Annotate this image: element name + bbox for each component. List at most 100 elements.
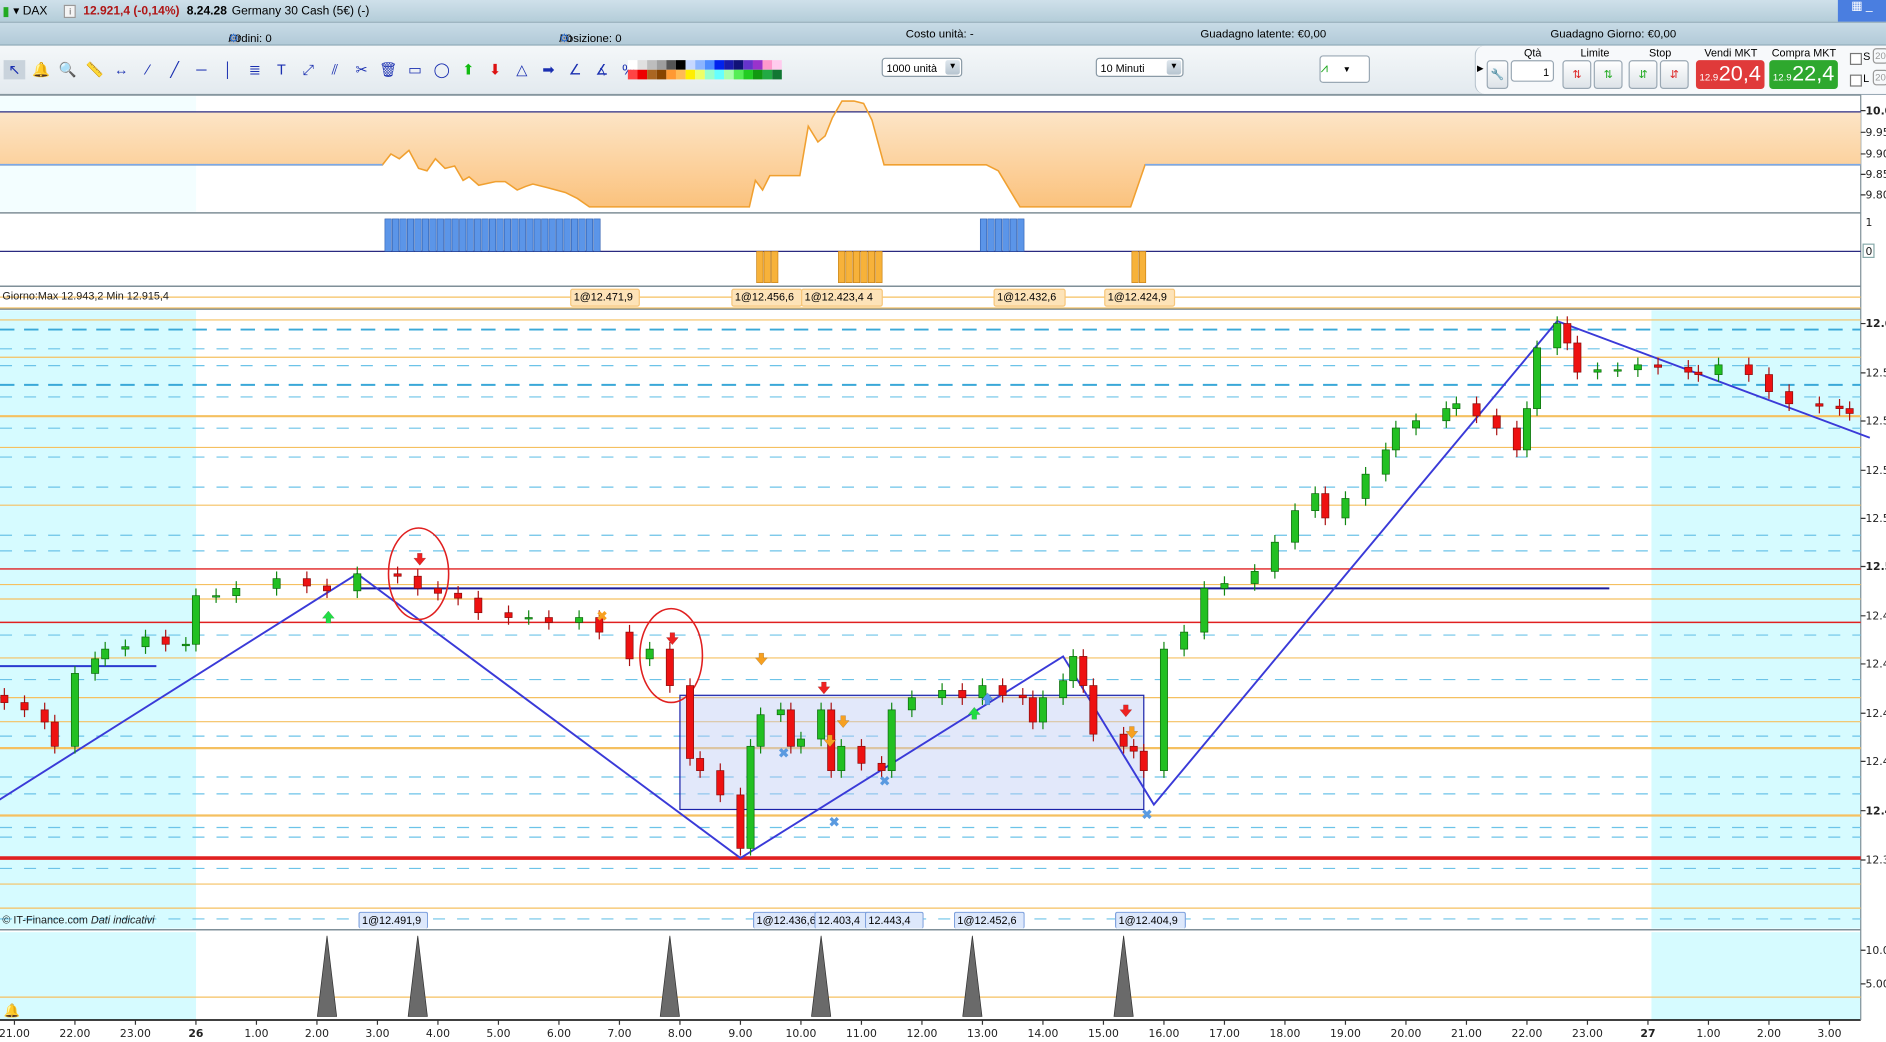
palette-color[interactable]	[695, 60, 705, 70]
price-tag[interactable]: 1@12.404,9	[1114, 911, 1186, 929]
sell-market-button[interactable]: 12.9 20,4	[1695, 60, 1765, 90]
rectangle-icon[interactable]: ▭	[404, 60, 426, 79]
gear-icon[interactable]: ⚙	[229, 32, 239, 45]
candle-chart-icon[interactable]: ▮	[2, 3, 9, 19]
price-tag[interactable]: 1@12.452,6	[953, 911, 1025, 929]
l-checkbox[interactable]	[1849, 74, 1862, 87]
indicators-button[interactable]: ⩘ ▼	[1319, 55, 1370, 83]
stop-order-button[interactable]: ⇵	[1628, 60, 1658, 90]
palette-color[interactable]	[627, 69, 638, 80]
palette-color[interactable]	[637, 69, 648, 80]
candle-up	[212, 595, 221, 598]
ray-line-icon[interactable]: ╱	[164, 60, 186, 79]
palette-color[interactable]	[704, 69, 715, 80]
trash-icon[interactable]: 🗑	[377, 60, 399, 79]
price-chart[interactable]: 10.09.959.909.859.80 10 ✖✖✖✖✖ 10.05.00 G…	[0, 94, 1886, 1042]
arrow-right-icon[interactable]: ➡	[538, 60, 560, 79]
session-shade	[1651, 932, 1861, 1020]
price-axis-label: 12.5	[1866, 464, 1886, 477]
chevron-down-icon: ▼	[1342, 66, 1351, 75]
interval-select[interactable]: 10 Minuti ▼	[1095, 57, 1184, 77]
palette-color[interactable]	[685, 69, 696, 80]
alert-bell-icon[interactable]: 🔔	[4, 1003, 20, 1018]
price-tag[interactable]: 1@12.491,9	[358, 911, 429, 929]
session-shade	[0, 932, 197, 1020]
palette-color[interactable]	[752, 60, 763, 70]
quantity-select[interactable]: 1000 unità ▼	[881, 57, 963, 77]
palette-color[interactable]	[714, 69, 725, 80]
tools-settings-icon[interactable]: ✂	[351, 60, 373, 79]
candle-down	[716, 770, 725, 796]
l-input[interactable]: 20	[1872, 69, 1886, 86]
palette-color[interactable]	[675, 69, 686, 80]
palette-color[interactable]	[637, 60, 648, 70]
symbol-dropdown[interactable]: ▾ DAX	[13, 4, 47, 17]
wrench-icon[interactable]: 🔧	[1486, 60, 1509, 90]
window-controls[interactable]: ▦ _	[1837, 0, 1886, 22]
alert-bell-icon[interactable]: 🔔	[30, 60, 52, 79]
horizontal-line-icon[interactable]: ─	[191, 60, 213, 79]
arrow-up-green-icon[interactable]: ⬆	[458, 60, 480, 79]
palette-color[interactable]	[647, 60, 657, 70]
stop-order-edit-button[interactable]: ⇵	[1659, 60, 1689, 90]
price-tag[interactable]: 1@12.456,6	[731, 288, 803, 307]
palette-color[interactable]	[724, 69, 734, 80]
palette-color[interactable]	[762, 60, 773, 70]
triangle-icon[interactable]: △	[511, 60, 533, 79]
gear-icon[interactable]: ⚙	[559, 32, 569, 45]
price-tag[interactable]: 1@12.471,9	[570, 288, 640, 307]
collapse-arrow-icon[interactable]: ▶	[1477, 64, 1483, 73]
price-tag[interactable]: 1@12.432,6	[993, 288, 1066, 307]
palette-color[interactable]	[743, 69, 753, 80]
price-tag[interactable]: 1@12.436,6	[752, 911, 822, 929]
palette-color[interactable]	[685, 60, 696, 70]
palette-color[interactable]	[772, 60, 782, 70]
palette-color[interactable]	[714, 60, 725, 70]
text-icon[interactable]: T	[271, 60, 293, 79]
palette-color[interactable]	[743, 60, 753, 70]
zoom-icon[interactable]: 🔍	[57, 60, 79, 79]
ellipse-icon[interactable]: ◯	[431, 60, 453, 79]
palette-color[interactable]	[733, 69, 744, 80]
palette-color[interactable]	[733, 60, 744, 70]
arrow-down-red-icon[interactable]: ⬇	[484, 60, 506, 79]
s-input[interactable]: 20	[1872, 48, 1886, 64]
price-tag[interactable]: 12.403,4	[814, 911, 873, 929]
price-tag[interactable]: 1@12.424,9	[1104, 288, 1176, 307]
sell-price-prefix: 12.9	[1699, 72, 1719, 83]
channel-icon[interactable]: ⤢	[297, 60, 319, 79]
vertical-line-icon[interactable]: │	[217, 60, 239, 79]
pointer-icon[interactable]: ↖	[3, 60, 26, 80]
signal-bar-buy	[451, 218, 459, 252]
limit-order-edit-button[interactable]: ⇅	[1593, 60, 1623, 90]
fibonacci-icon[interactable]: ≣	[244, 60, 266, 79]
price-axis-label: 12.5	[1866, 560, 1886, 573]
palette-color[interactable]	[666, 60, 676, 70]
palette-color[interactable]	[724, 60, 734, 70]
palette-color[interactable]	[704, 60, 715, 70]
palette-color[interactable]	[627, 60, 638, 70]
buy-price: 22,4	[1792, 61, 1835, 86]
buy-market-button[interactable]: 12.9 22,4	[1769, 60, 1838, 90]
qty-input[interactable]: 1	[1510, 60, 1555, 82]
price-tag[interactable]: 12.443,4	[864, 911, 924, 929]
palette-color[interactable]	[772, 69, 782, 80]
info-icon[interactable]: i	[64, 4, 77, 18]
parallel-lines-icon[interactable]: ⫽	[324, 60, 346, 79]
angle-icon[interactable]: ∠	[564, 60, 586, 79]
palette-color[interactable]	[675, 60, 686, 70]
price-tag[interactable]: 1@12.423,4 4	[801, 288, 883, 307]
palette-color[interactable]	[656, 60, 667, 70]
palette-color[interactable]	[752, 69, 763, 80]
horizontal-segment-icon[interactable]: ↔	[110, 60, 132, 79]
limit-order-button[interactable]: ⇅	[1562, 60, 1592, 90]
palette-color[interactable]	[656, 69, 667, 80]
palette-color[interactable]	[762, 69, 773, 80]
palette-color[interactable]	[695, 69, 705, 80]
palette-color[interactable]	[647, 69, 657, 80]
angle-degrees-icon[interactable]: ∡	[591, 60, 613, 79]
ruler-icon[interactable]: 📏	[84, 60, 106, 79]
palette-color[interactable]	[666, 69, 676, 80]
s-checkbox[interactable]	[1849, 52, 1862, 65]
trend-line-icon[interactable]: ⁄	[137, 60, 159, 79]
